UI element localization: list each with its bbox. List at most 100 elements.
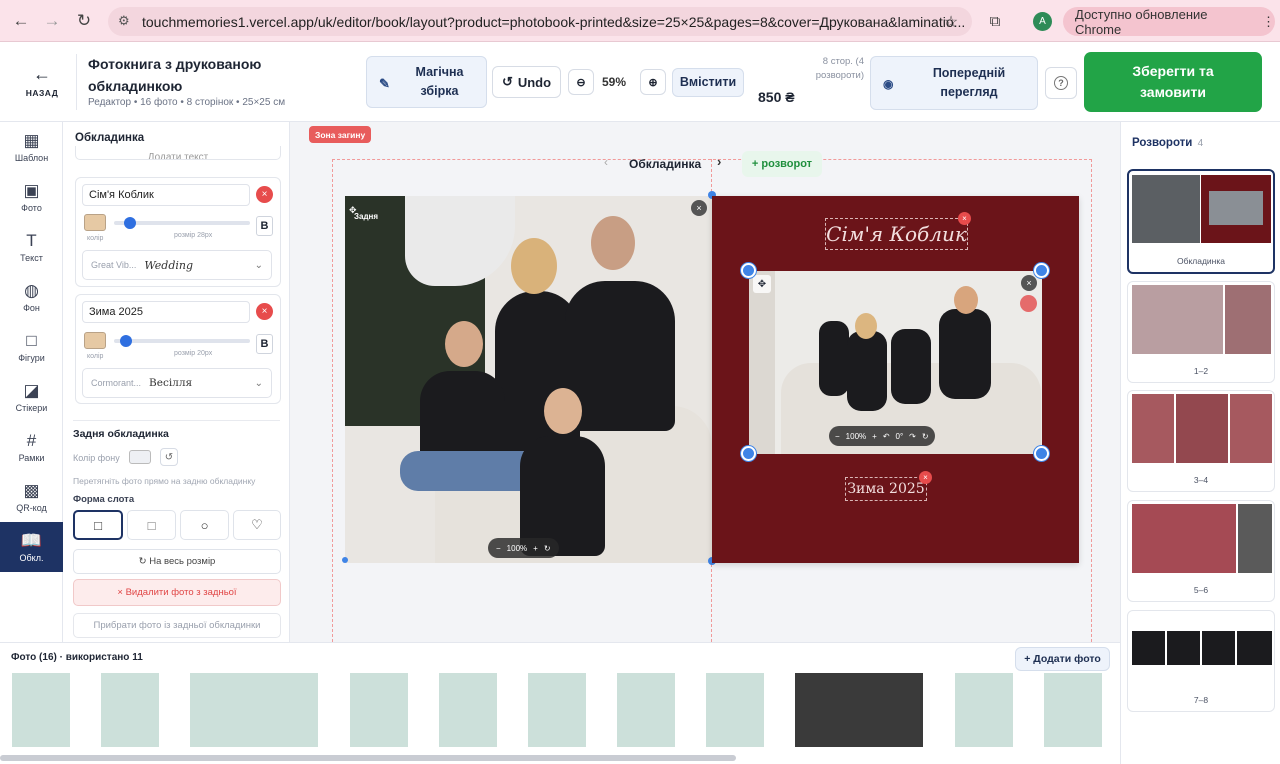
- back-arrow-icon[interactable]: ←: [8, 8, 34, 34]
- spread-card[interactable]: 1–2: [1127, 281, 1275, 383]
- undo-button[interactable]: ↺ Undo: [492, 66, 561, 98]
- rotate-left-icon[interactable]: ↶: [883, 432, 890, 441]
- preview-button[interactable]: ◉ Попередній перегляд: [870, 56, 1038, 110]
- spread-card[interactable]: 5–6: [1127, 500, 1275, 602]
- photo-thumbnail[interactable]: [528, 673, 586, 747]
- reset-icon[interactable]: ↻: [922, 432, 929, 441]
- photo-thumbnail[interactable]: [1044, 673, 1102, 747]
- photo-thumbnail[interactable]: [955, 673, 1013, 747]
- spread-thumb: [1238, 504, 1272, 573]
- prev-spread-chevron-icon[interactable]: ‹: [604, 155, 608, 169]
- spread-card-cover[interactable]: Обкладинка: [1127, 169, 1275, 274]
- font-select[interactable]: Cormorant... Весілля ⌄: [82, 368, 272, 398]
- front-cover[interactable]: Сім'я Коблик × ✥ × − 100% + ↶ 0° ↷ ↻ Зим…: [712, 196, 1079, 563]
- rail-item-frames[interactable]: # Рамки: [0, 422, 63, 472]
- photo-thumbnail[interactable]: [706, 673, 764, 747]
- plus-icon[interactable]: +: [872, 432, 877, 441]
- bold-button[interactable]: B: [256, 334, 273, 354]
- save-order-button[interactable]: Зберегти та замовити: [1084, 52, 1262, 112]
- slot-shape-square-rounded[interactable]: □: [73, 510, 123, 540]
- rotate-icon[interactable]: ↻: [544, 544, 551, 553]
- rail-item-qr[interactable]: ▩ QR-код: [0, 472, 63, 522]
- plus-icon[interactable]: +: [533, 544, 538, 553]
- photo-thumbnail[interactable]: [101, 673, 159, 747]
- back-bg-color-swatch[interactable]: [129, 450, 151, 464]
- cover-title-text[interactable]: Сім'я Коблик: [825, 218, 968, 250]
- photo-thumbnail[interactable]: [190, 673, 318, 747]
- slider-knob[interactable]: [120, 335, 132, 347]
- rail-item-shapes[interactable]: □ Фігури: [0, 322, 63, 372]
- rail-label: Фон: [23, 302, 40, 313]
- delete-text-button[interactable]: ×: [256, 303, 273, 320]
- font-select[interactable]: Great Vib... Wedding ⌄: [82, 250, 272, 280]
- close-icon[interactable]: ×: [691, 200, 707, 216]
- text-value-input[interactable]: Зима 2025: [82, 301, 250, 323]
- forward-arrow-icon[interactable]: →: [39, 8, 65, 34]
- bold-button[interactable]: B: [256, 216, 273, 236]
- photo-thumbnail[interactable]: [350, 673, 408, 747]
- delete-subtitle-button[interactable]: ×: [919, 471, 932, 484]
- spread-card[interactable]: 7–8: [1127, 610, 1275, 712]
- resize-handle[interactable]: [1034, 446, 1049, 461]
- zoom-in-button[interactable]: ⊕: [640, 69, 666, 95]
- front-cover-photo[interactable]: ✥ × − 100% + ↶ 0° ↷ ↻: [749, 271, 1042, 454]
- back-button[interactable]: ← НАЗАД: [20, 65, 64, 98]
- delete-title-button[interactable]: ×: [958, 212, 971, 225]
- resize-handle[interactable]: [342, 557, 348, 563]
- rail-item-template[interactable]: ▦ Шаблон: [0, 122, 63, 172]
- photo-thumbnail[interactable]: [439, 673, 497, 747]
- slider-knob[interactable]: [124, 217, 136, 229]
- photo-thumbnail[interactable]: [795, 673, 923, 747]
- close-icon[interactable]: ×: [1021, 275, 1037, 291]
- slot-shape-heart[interactable]: ♡: [233, 510, 281, 540]
- zoom-out-button[interactable]: ⊖: [568, 69, 594, 95]
- add-text-button[interactable]: Додати текст: [75, 146, 281, 160]
- address-bar[interactable]: ⚙ touchmemories1.vercel.app/uk/editor/bo…: [108, 7, 972, 36]
- rail-item-stickers[interactable]: ◪ Стікери: [0, 372, 63, 422]
- remove-back-photo-button[interactable]: Прибрати фото із задньої обкладинки: [73, 613, 281, 638]
- delete-back-photo-button[interactable]: × Видалити фото з задньої: [73, 579, 281, 606]
- photo-zoom-control[interactable]: − 100% + ↶ 0° ↷ ↻: [829, 426, 935, 446]
- delete-text-button[interactable]: ×: [256, 186, 273, 203]
- reload-icon[interactable]: ↻: [71, 8, 97, 34]
- spread-card[interactable]: 3–4: [1127, 390, 1275, 492]
- bookmark-star-icon[interactable]: ☆: [938, 9, 964, 35]
- chrome-update-button[interactable]: Доступно обновление Chrome ⋮: [1063, 7, 1275, 37]
- photo-thumbnail[interactable]: [617, 673, 675, 747]
- resize-handle[interactable]: [741, 446, 756, 461]
- minus-icon[interactable]: −: [496, 544, 501, 553]
- move-icon[interactable]: ✥: [753, 275, 771, 293]
- extensions-icon[interactable]: ⧉: [982, 8, 1008, 34]
- site-settings-icon[interactable]: ⚙: [118, 13, 130, 29]
- rail-item-text[interactable]: T Текст: [0, 222, 63, 272]
- fullsize-button[interactable]: ↻ На весь розмір: [73, 549, 281, 574]
- color-dot[interactable]: [1020, 295, 1037, 312]
- next-spread-chevron-icon[interactable]: ›: [717, 154, 721, 169]
- spread-thumb: [1132, 175, 1200, 243]
- fit-button[interactable]: Вмістити: [672, 68, 744, 97]
- font-size-slider[interactable]: [114, 339, 250, 343]
- slot-shape-circle[interactable]: ○: [180, 510, 229, 540]
- profile-avatar[interactable]: A: [1033, 12, 1052, 31]
- add-spread-button[interactable]: + розворот: [742, 151, 822, 177]
- reset-bg-button[interactable]: ↺: [160, 448, 178, 466]
- text-value-input[interactable]: Сім'я Коблик: [82, 184, 250, 206]
- photo-zoom-control[interactable]: − 100% + ↻: [488, 538, 559, 558]
- add-photo-button[interactable]: + Додати фото: [1015, 647, 1110, 671]
- rail-item-background[interactable]: ◍ Фон: [0, 272, 63, 322]
- photo-thumbnail[interactable]: [12, 673, 70, 747]
- resize-handle[interactable]: [1034, 263, 1049, 278]
- minus-icon[interactable]: −: [835, 432, 840, 441]
- help-button[interactable]: ?: [1045, 67, 1077, 99]
- strip-scrollbar[interactable]: [0, 755, 736, 761]
- resize-handle[interactable]: [741, 263, 756, 278]
- text-color-swatch[interactable]: [84, 332, 106, 349]
- slot-shape-square[interactable]: □: [127, 510, 176, 540]
- rail-item-cover[interactable]: 📖 Обкл.: [0, 522, 63, 572]
- rotate-right-icon[interactable]: ↷: [909, 432, 916, 441]
- back-cover-photo[interactable]: ✥ Задня × − 100% + ↻: [345, 196, 712, 563]
- cover-subtitle-text[interactable]: Зима 2025: [845, 477, 927, 501]
- magic-collection-button[interactable]: ✎ Магічна збірка: [366, 56, 487, 108]
- rail-item-photo[interactable]: ▣ Фото: [0, 172, 63, 222]
- text-color-swatch[interactable]: [84, 214, 106, 231]
